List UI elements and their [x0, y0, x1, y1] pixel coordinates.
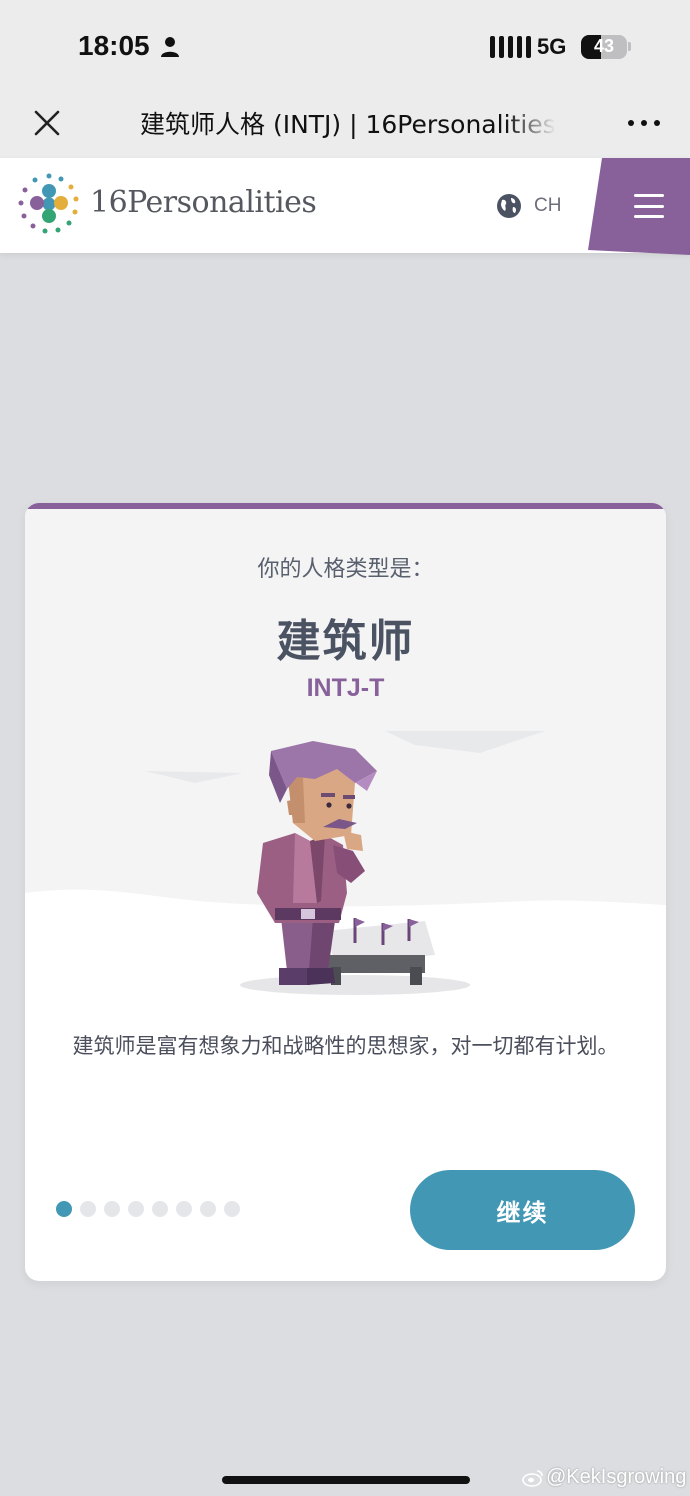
battery-tip — [628, 42, 631, 51]
menu-icon[interactable] — [634, 194, 664, 218]
pagination-dot[interactable] — [200, 1201, 216, 1217]
personality-type-code: INTJ-T — [306, 674, 385, 702]
browser-nav-bar: 建筑师人格 (INTJ) | 16Personalities — [0, 90, 690, 158]
battery-percent: 43 — [593, 36, 615, 56]
globe-icon[interactable] — [496, 193, 522, 219]
pagination-dot[interactable] — [104, 1201, 120, 1217]
card-accent-stripe — [25, 503, 666, 509]
battery-icon: 43 — [581, 35, 627, 59]
status-time: 18:05 — [78, 30, 150, 61]
architect-illustration — [25, 731, 666, 1003]
status-bar: 18:05 5G 43 — [0, 0, 690, 90]
personality-type-name: 建筑师 — [276, 616, 415, 667]
pagination-dot[interactable] — [128, 1201, 144, 1217]
weibo-icon — [522, 1469, 543, 1487]
network-type: 5G — [537, 34, 567, 59]
close-icon[interactable] — [34, 110, 60, 136]
pagination-dot[interactable] — [80, 1201, 96, 1217]
person-icon — [161, 37, 179, 57]
pagination-dots — [56, 1201, 240, 1217]
type-description: 建筑师是富有想象力和战略性的思想家，对一切都有计划。 — [72, 1034, 619, 1058]
brand-name[interactable]: 16Personalities — [90, 185, 317, 220]
result-card: 你的人格类型是： 建筑师 INTJ-T 建筑师是富有想象力和战略性的思想家，对一… — [25, 503, 666, 1281]
watermark: @KekIsgrowing — [522, 1466, 686, 1489]
more-options-icon[interactable] — [628, 120, 660, 126]
continue-button[interactable]: 继续 — [410, 1170, 635, 1250]
signal-icon — [490, 36, 531, 58]
pagination-dot[interactable] — [224, 1201, 240, 1217]
watermark-text: @KekIsgrowing — [546, 1466, 687, 1488]
pagination-dot[interactable] — [176, 1201, 192, 1217]
logo-icon[interactable] — [18, 173, 80, 235]
home-indicator — [222, 1476, 470, 1484]
site-header: 16Personalities CH — [0, 158, 690, 255]
pagination-dot-active[interactable] — [56, 1201, 72, 1217]
pagination-dot[interactable] — [152, 1201, 168, 1217]
result-prompt: 你的人格类型是： — [257, 557, 434, 582]
page-title: 建筑师人格 (INTJ) | 16Personalities — [140, 110, 556, 139]
language-selector[interactable]: CH — [534, 195, 561, 217]
